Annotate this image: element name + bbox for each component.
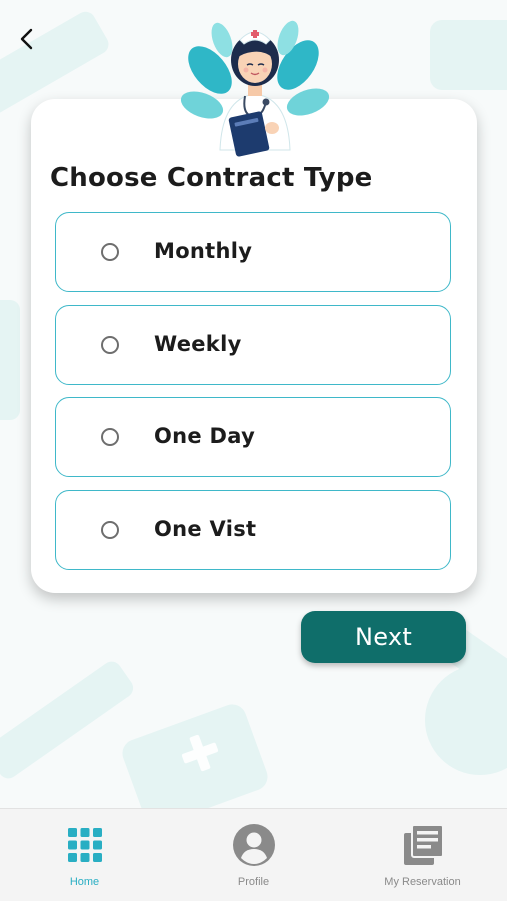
card-title: Choose Contract Type — [50, 163, 373, 193]
grid-icon — [63, 823, 107, 867]
option-one-day[interactable]: One Day — [55, 397, 451, 477]
radio-button[interactable] — [101, 336, 119, 354]
nav-label: My Reservation — [384, 876, 461, 888]
option-label: One Vist — [154, 517, 257, 541]
user-circle-icon — [232, 823, 276, 867]
nav-item-my-reservation[interactable]: My Reservation — [338, 809, 507, 901]
contract-type-card: Choose Contract Type Monthly Weekly One … — [31, 99, 477, 593]
option-monthly[interactable]: Monthly — [55, 212, 451, 292]
next-button[interactable]: Next — [301, 611, 466, 663]
chevron-left-icon — [20, 28, 33, 50]
option-label: Monthly — [154, 239, 253, 263]
radio-button[interactable] — [101, 521, 119, 539]
option-label: One Day — [154, 424, 256, 448]
nav-label: Home — [69, 876, 100, 888]
nav-label: Profile — [237, 876, 270, 888]
option-weekly[interactable]: Weekly — [55, 305, 451, 385]
nurse-illustration — [180, 20, 330, 157]
nav-item-profile[interactable]: Profile — [169, 809, 338, 901]
nav-item-home[interactable]: Home — [0, 809, 169, 901]
documents-icon — [401, 823, 445, 867]
option-one-visit[interactable]: One Vist — [55, 490, 451, 570]
radio-button[interactable] — [101, 428, 119, 446]
back-button[interactable] — [12, 24, 42, 54]
bottom-nav: Home Profile My Reservation — [0, 808, 507, 901]
option-label: Weekly — [154, 332, 242, 356]
radio-button[interactable] — [101, 243, 119, 261]
